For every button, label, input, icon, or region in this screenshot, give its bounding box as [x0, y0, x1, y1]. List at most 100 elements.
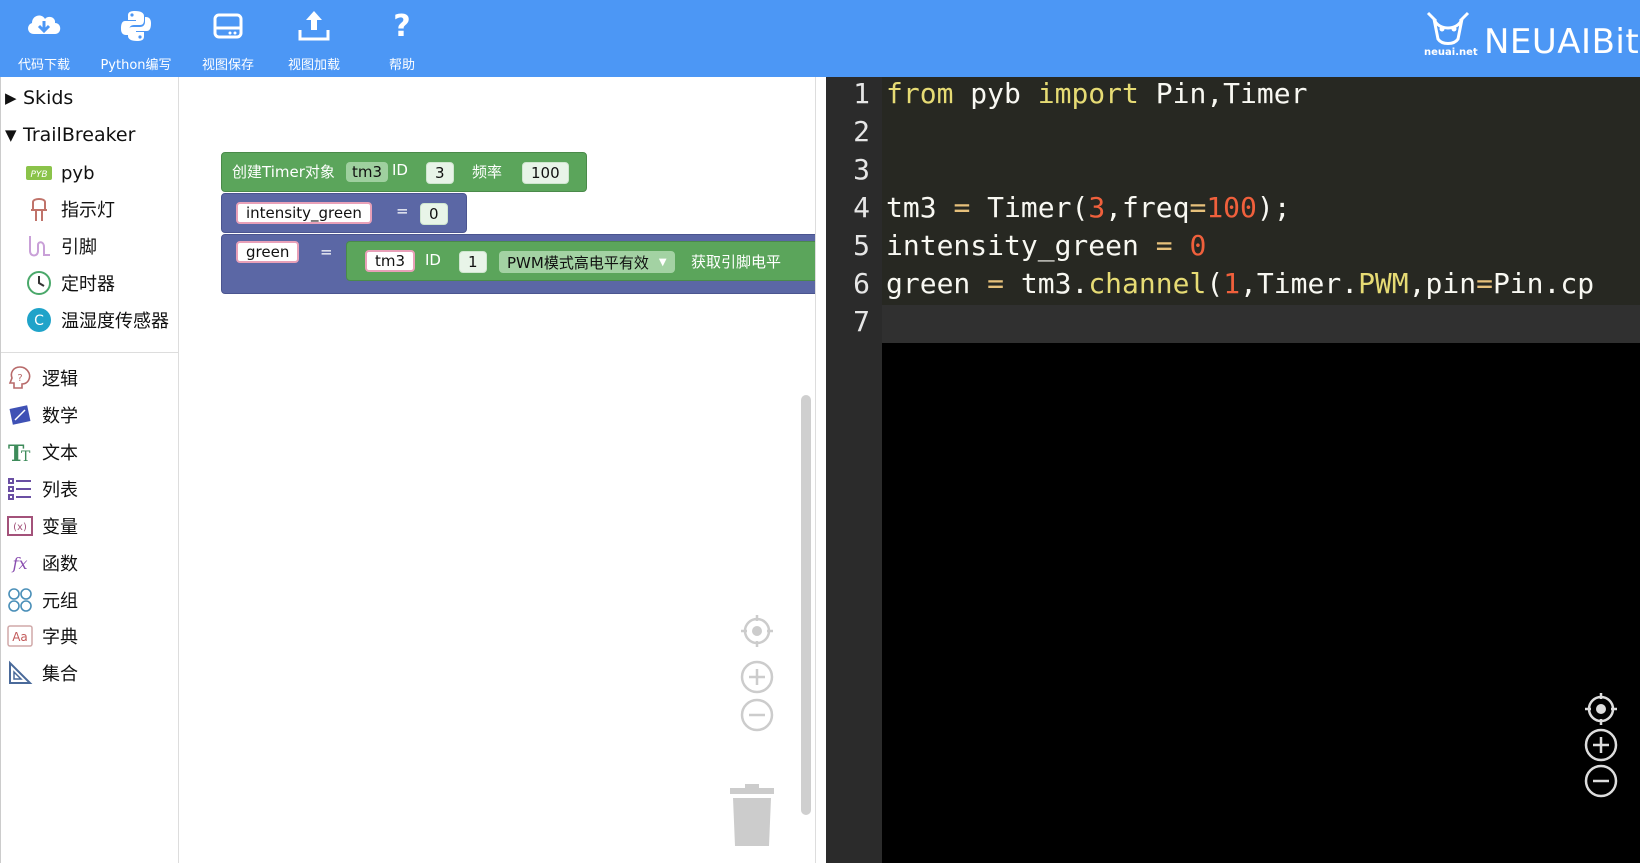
code-line-5[interactable]: intensity_green = 0 — [886, 229, 1206, 267]
toolbox-category-function[interactable]: fx 函数 — [6, 546, 78, 580]
toolbox-divider — [1, 352, 179, 353]
toolbox-category-list[interactable]: 列表 — [6, 472, 78, 506]
toolbox-category-logic[interactable]: ? 逻辑 — [6, 361, 78, 395]
item-label: 指示灯 — [61, 200, 115, 221]
timer-id-field[interactable]: 3 — [426, 162, 454, 184]
assign-green-block[interactable]: green = tm3 ID 1 PWM模式高电平有效 ▼ 获取引脚电平 — [221, 234, 815, 294]
toolbox-category-variable[interactable]: (x) 变量 — [6, 509, 78, 543]
svg-text:Aa: Aa — [12, 630, 28, 644]
toolbox-item-pyb[interactable]: PYB pyb — [25, 156, 95, 190]
brand: neuai.net NEUAIBit — [1420, 0, 1640, 77]
toolbox-category-tuple[interactable]: 元组 — [6, 583, 78, 617]
group-label: TrailBreaker — [23, 124, 136, 146]
assign-intensity-block[interactable]: intensity_green = 0 — [221, 193, 467, 233]
line-number: 1 — [853, 77, 870, 110]
save-drive-icon — [213, 13, 243, 39]
pane-divider[interactable] — [815, 77, 826, 863]
channel-timer-var[interactable]: tm3 — [365, 250, 416, 272]
toolbox-category-text[interactable]: TT 文本 — [6, 435, 78, 469]
editor-center-button[interactable] — [1583, 691, 1619, 727]
blocks-workspace[interactable]: 创建Timer对象 tm3 ID 3 频率 100 intensity_gree… — [179, 77, 815, 863]
code-line-1[interactable]: from pyb import Pin,Timer — [886, 77, 1307, 115]
line-number: 5 — [853, 229, 870, 262]
target-icon — [741, 615, 773, 647]
download-code-label: 代码下载 — [17, 58, 70, 73]
brand-sub: neuai.net — [1424, 47, 1478, 58]
load-view-button[interactable]: 视图加载 — [270, 0, 358, 77]
toolbox-item-sensor[interactable]: C 温湿度传感器 — [25, 303, 169, 337]
line-number: 2 — [853, 115, 870, 148]
pwm-mode-dropdown[interactable]: PWM模式高电平有效 ▼ — [499, 251, 675, 273]
toolbox-group-skids[interactable]: ▶ Skids — [1, 81, 73, 115]
list-icon — [6, 475, 34, 503]
download-code-button[interactable]: 代码下载 — [0, 0, 88, 77]
code-line-4[interactable]: tm3 = Timer(3,freq=100); — [886, 191, 1291, 229]
active-line-highlight — [882, 305, 1640, 343]
clock-icon — [25, 269, 53, 297]
line-number: 4 — [853, 191, 870, 224]
text-icon: TT — [6, 438, 34, 466]
logic-icon: ? — [6, 364, 34, 392]
category-label: 集合 — [42, 664, 78, 685]
timer-var-field[interactable]: tm3 — [346, 162, 389, 182]
timer-freq-label: 频率 — [472, 163, 503, 181]
timer-freq-field[interactable]: 100 — [522, 162, 569, 184]
center-view-button[interactable] — [739, 613, 775, 649]
toolbox: ▶ Skids ▼ TrailBreaker PYB pyb 指示灯 引脚 定时… — [0, 77, 179, 863]
upload-icon — [298, 11, 330, 41]
category-label: 变量 — [42, 517, 78, 538]
editor-zoom-in-button[interactable] — [1583, 727, 1619, 763]
help-button[interactable]: ? 帮助 — [358, 0, 446, 77]
category-label: 元组 — [42, 591, 78, 612]
get-pin-level-label: 获取引脚电平 — [691, 253, 782, 271]
expanded-arrow-icon: ▼ — [5, 126, 17, 144]
trash-icon[interactable] — [727, 784, 777, 848]
green-eq-label: = — [320, 243, 333, 261]
category-label: 字典 — [42, 627, 78, 648]
channel-id-field[interactable]: 1 — [459, 251, 487, 273]
toolbox-item-timer[interactable]: 定时器 — [25, 266, 115, 300]
python-write-label: Python编写 — [100, 58, 172, 73]
toolbox-category-dict[interactable]: Aa 字典 — [6, 619, 78, 653]
svg-text:fx: fx — [12, 554, 28, 573]
set-icon — [6, 659, 34, 687]
save-view-button[interactable]: 视图保存 — [184, 0, 272, 77]
group-label: Skids — [23, 87, 74, 109]
line-gutter: 1 2 3 4 5 6 7 — [826, 77, 882, 863]
led-icon — [25, 195, 53, 223]
create-timer-block[interactable]: 创建Timer对象 tm3 ID 3 频率 100 — [221, 152, 587, 192]
zoom-out-button[interactable] — [739, 697, 775, 733]
code-editor[interactable]: 1 2 3 4 5 6 7 from pyb import Pin,Timer … — [826, 77, 1640, 863]
workspace-scrollbar[interactable] — [801, 395, 811, 815]
toolbox-group-trailbreaker[interactable]: ▼ TrailBreaker — [1, 118, 135, 152]
intensity-var-field[interactable]: intensity_green — [236, 202, 372, 224]
toolbox-item-led[interactable]: 指示灯 — [25, 192, 115, 226]
pin-icon — [25, 232, 53, 260]
dropdown-arrow-icon: ▼ — [658, 256, 667, 268]
svg-text:PYB: PYB — [30, 170, 47, 180]
zoom-in-icon — [1584, 728, 1618, 762]
timer-channel-block[interactable]: tm3 ID 1 PWM模式高电平有效 ▼ 获取引脚电平 — [346, 241, 815, 281]
python-write-button[interactable]: Python编写 — [92, 0, 180, 77]
item-label: 温湿度传感器 — [61, 311, 169, 332]
item-label: 引脚 — [61, 237, 97, 258]
load-view-label: 视图加载 — [287, 58, 340, 73]
brand-name: NEUAIBit — [1484, 22, 1640, 62]
zoom-in-button[interactable] — [739, 659, 775, 695]
create-timer-label: 创建Timer对象 — [232, 163, 335, 181]
item-label: pyb — [61, 162, 95, 184]
toolbox-category-set[interactable]: 集合 — [6, 656, 78, 690]
category-label: 列表 — [42, 480, 78, 501]
category-label: 文本 — [42, 443, 78, 464]
svg-text:(x): (x) — [13, 522, 27, 533]
intensity-value-field[interactable]: 0 — [420, 203, 448, 225]
green-var-field[interactable]: green — [236, 241, 300, 263]
toolbox-item-pin[interactable]: 引脚 — [25, 229, 97, 263]
code-line-6[interactable]: green = tm3.channel(1,Timer.PWM,pin=Pin.… — [886, 267, 1594, 305]
variable-icon: (x) — [6, 512, 34, 540]
dict-icon: Aa — [6, 622, 34, 650]
editor-zoom-out-button[interactable] — [1583, 763, 1619, 799]
toolbox-category-math[interactable]: 数学 — [6, 398, 78, 432]
function-icon: fx — [6, 549, 34, 577]
cloud-download-icon — [28, 15, 61, 34]
